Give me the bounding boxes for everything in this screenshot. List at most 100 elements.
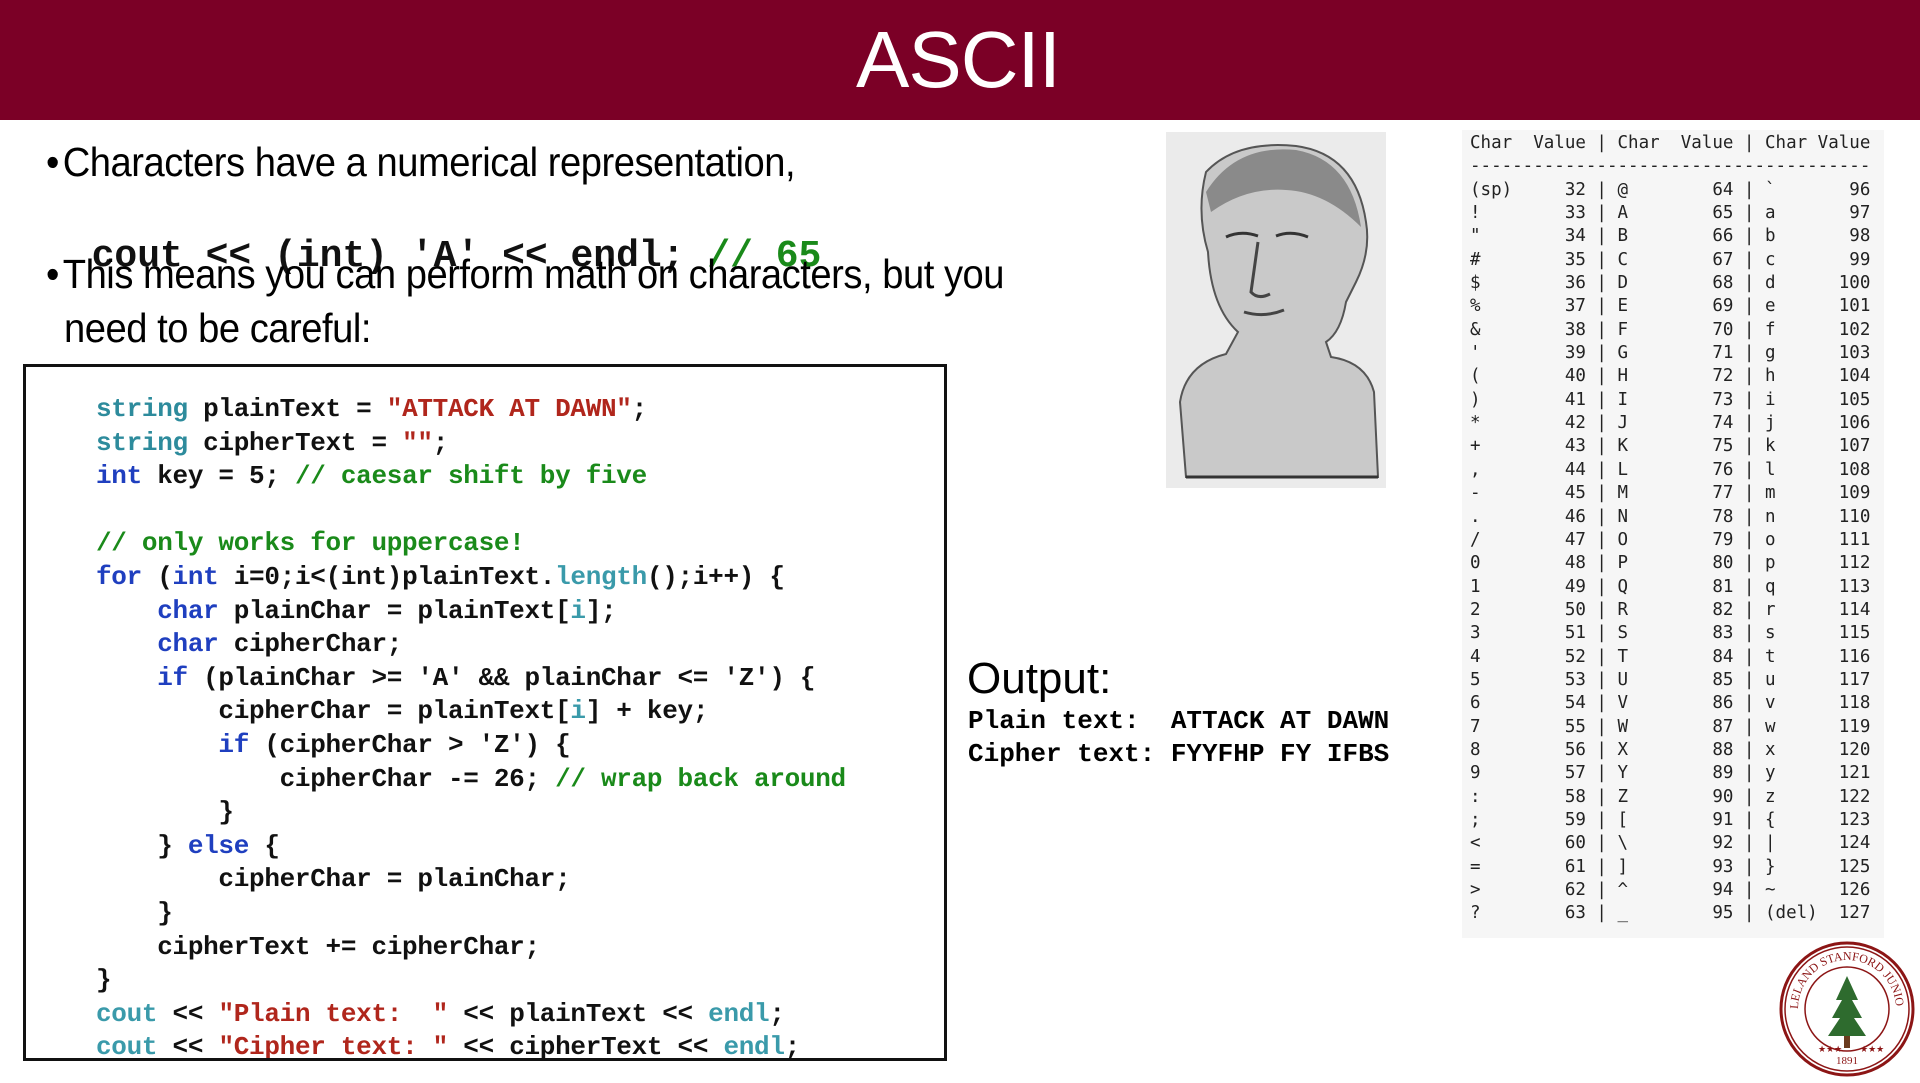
ascii-row: + 43 | K 75 | k 107 xyxy=(1470,436,1871,457)
code-line: cipherChar = plainText[i] + key; xyxy=(96,695,846,729)
code-token: ();i++) { xyxy=(646,561,785,592)
code-token: // only works for uppercase! xyxy=(96,528,525,559)
code-token: cipherChar -= 26; xyxy=(96,763,556,794)
code-token: plainChar = plainText[ xyxy=(218,595,571,626)
title-bar: ASCII xyxy=(0,0,1920,120)
code-token: endl xyxy=(708,998,770,1029)
ascii-row: 1 49 | Q 81 | q 113 xyxy=(1470,576,1871,597)
ascii-row: - 45 | M 77 | m 109 xyxy=(1470,483,1871,504)
output-cipher-line: Cipher text: FYYFHP FY IFBS xyxy=(968,739,1390,769)
code-line: cipherText += cipherChar; xyxy=(96,931,846,965)
bullet-dot-icon: • xyxy=(46,139,59,185)
code-token: ; xyxy=(784,1032,801,1061)
bullet-2-continuation: need to be careful: xyxy=(64,304,371,352)
ascii-row: % 37 | E 69 | e 101 xyxy=(1470,296,1871,317)
code-line: } else { xyxy=(96,830,846,864)
bullet-2-text: This means you can perform math on chara… xyxy=(62,251,1005,297)
code-token: cipherChar = plainText[ xyxy=(96,696,571,727)
code-token: ; xyxy=(769,998,785,1029)
code-token: ( xyxy=(141,561,173,592)
code-token: ] + key; xyxy=(585,696,709,727)
ascii-row: ' 39 | G 71 | g 103 xyxy=(1470,343,1871,364)
code-line: cipherChar = plainChar; xyxy=(96,863,846,897)
seal-year: 1891 xyxy=(1836,1055,1858,1067)
code-token: cipherChar = plainChar; xyxy=(96,864,571,895)
code-token: endl xyxy=(723,1032,785,1061)
code-token: if xyxy=(157,662,188,693)
ascii-row: ! 33 | A 65 | a 97 xyxy=(1470,203,1871,224)
code-line: int key = 5; // caesar shift by five xyxy=(96,460,846,494)
code-line: string cipherText = ""; xyxy=(96,427,846,461)
seal-icon: LELAND STANFORD JUNIOR UNIVERSITY 1891 ★… xyxy=(1774,929,1915,1077)
ascii-row: 0 48 | P 80 | p 112 xyxy=(1470,553,1871,574)
code-line: string plainText = "ATTACK AT DAWN"; xyxy=(96,393,846,427)
ascii-row: (sp) 32 | @ 64 | ` 96 xyxy=(1470,179,1871,200)
code-line: cout << "Cipher text: " << cipherText <<… xyxy=(96,1031,846,1061)
code-token: // wrap back around xyxy=(555,763,846,794)
ascii-row: 3 51 | S 83 | s 115 xyxy=(1470,623,1871,644)
code-line: char cipherChar; xyxy=(96,628,846,662)
ascii-row: ( 40 | H 72 | h 104 xyxy=(1470,366,1871,387)
code-token: for xyxy=(96,561,142,592)
code-token: int xyxy=(172,561,219,592)
bust-icon xyxy=(1166,132,1386,488)
code-token: << xyxy=(157,998,219,1029)
ascii-row: Char Value | Char Value | Char Value xyxy=(1470,133,1871,153)
code-token: cipherText += cipherChar; xyxy=(96,931,540,962)
ascii-row: < 60 | \ 92 | | 124 xyxy=(1470,833,1871,854)
code-token: { xyxy=(249,830,280,861)
code-token: cout xyxy=(96,998,158,1029)
ascii-row: 9 57 | Y 89 | y 121 xyxy=(1470,763,1871,784)
code-token: string xyxy=(96,427,188,458)
code-token: plainText = xyxy=(187,394,387,424)
ascii-row: -------------------------------------- xyxy=(1470,156,1871,177)
svg-text:★★★: ★★★ xyxy=(1818,1044,1842,1054)
ascii-row: 7 55 | W 87 | w 119 xyxy=(1470,716,1871,737)
ascii-row: 8 56 | X 88 | x 120 xyxy=(1470,739,1871,760)
slide-title: ASCII xyxy=(856,15,1061,104)
ascii-row: 6 54 | V 86 | v 118 xyxy=(1470,693,1871,714)
ascii-row: & 38 | F 70 | f 102 xyxy=(1470,319,1871,340)
ascii-row: * 42 | J 74 | j 106 xyxy=(1470,413,1871,434)
code-token: i=0;i<(int)plainText. xyxy=(218,561,556,592)
ascii-row: 2 50 | R 82 | r 114 xyxy=(1470,599,1871,620)
bullet-2: •This means you can perform math on char… xyxy=(46,250,1005,298)
ascii-row: / 47 | O 79 | o 111 xyxy=(1470,529,1871,550)
stanford-seal-logo: LELAND STANFORD JUNIOR UNIVERSITY 1891 ★… xyxy=(1774,929,1916,1078)
ascii-row: 4 52 | T 84 | t 116 xyxy=(1470,646,1871,667)
ascii-row: : 58 | Z 90 | z 122 xyxy=(1470,786,1871,807)
code-line: } xyxy=(96,964,846,998)
code-token: << cipherText << xyxy=(447,1032,724,1061)
code-line: if (cipherChar > 'Z') { xyxy=(96,729,846,763)
code-token: "ATTACK AT DAWN" xyxy=(386,394,632,424)
code-line: cout << "Plain text: " << plainText << e… xyxy=(96,998,846,1032)
ascii-row: ? 63 | _ 95 | (del) 127 xyxy=(1470,903,1871,924)
code-token: } xyxy=(96,897,173,928)
code-listing: string plainText = "ATTACK AT DAWN"; stri… xyxy=(96,393,846,1061)
output-label: Output: xyxy=(967,654,1112,703)
ascii-row: > 62 | ^ 94 | ~ 126 xyxy=(1470,880,1871,900)
ascii-row: ; 59 | [ 91 | { 123 xyxy=(1470,809,1871,830)
code-token: // caesar shift by five xyxy=(294,461,647,492)
code-line: for (int i=0;i<(int)plainText.length();i… xyxy=(96,561,846,595)
code-token: ; xyxy=(432,427,449,458)
ascii-table: Char Value | Char Value | Char Value ----… xyxy=(1462,130,1884,938)
code-token: } xyxy=(96,830,188,861)
code-token: << plainText << xyxy=(447,998,709,1029)
ascii-row: , 44 | L 76 | l 108 xyxy=(1470,459,1871,480)
code-token: int xyxy=(96,461,142,492)
bullet-1: •Characters have a numerical representat… xyxy=(46,138,796,186)
code-token: cout xyxy=(96,1032,158,1061)
code-token: char xyxy=(157,629,219,660)
code-line: if (plainChar >= 'A' && plainChar <= 'Z'… xyxy=(96,662,846,696)
code-line: // only works for uppercase! xyxy=(96,527,846,561)
bullet-1-text: Characters have a numerical representati… xyxy=(62,139,796,185)
code-token: cipherText = xyxy=(187,427,403,458)
code-line: } xyxy=(96,897,846,931)
ascii-row: . 46 | N 78 | n 110 xyxy=(1470,506,1871,527)
code-block: string plainText = "ATTACK AT DAWN"; stri… xyxy=(23,364,947,1061)
